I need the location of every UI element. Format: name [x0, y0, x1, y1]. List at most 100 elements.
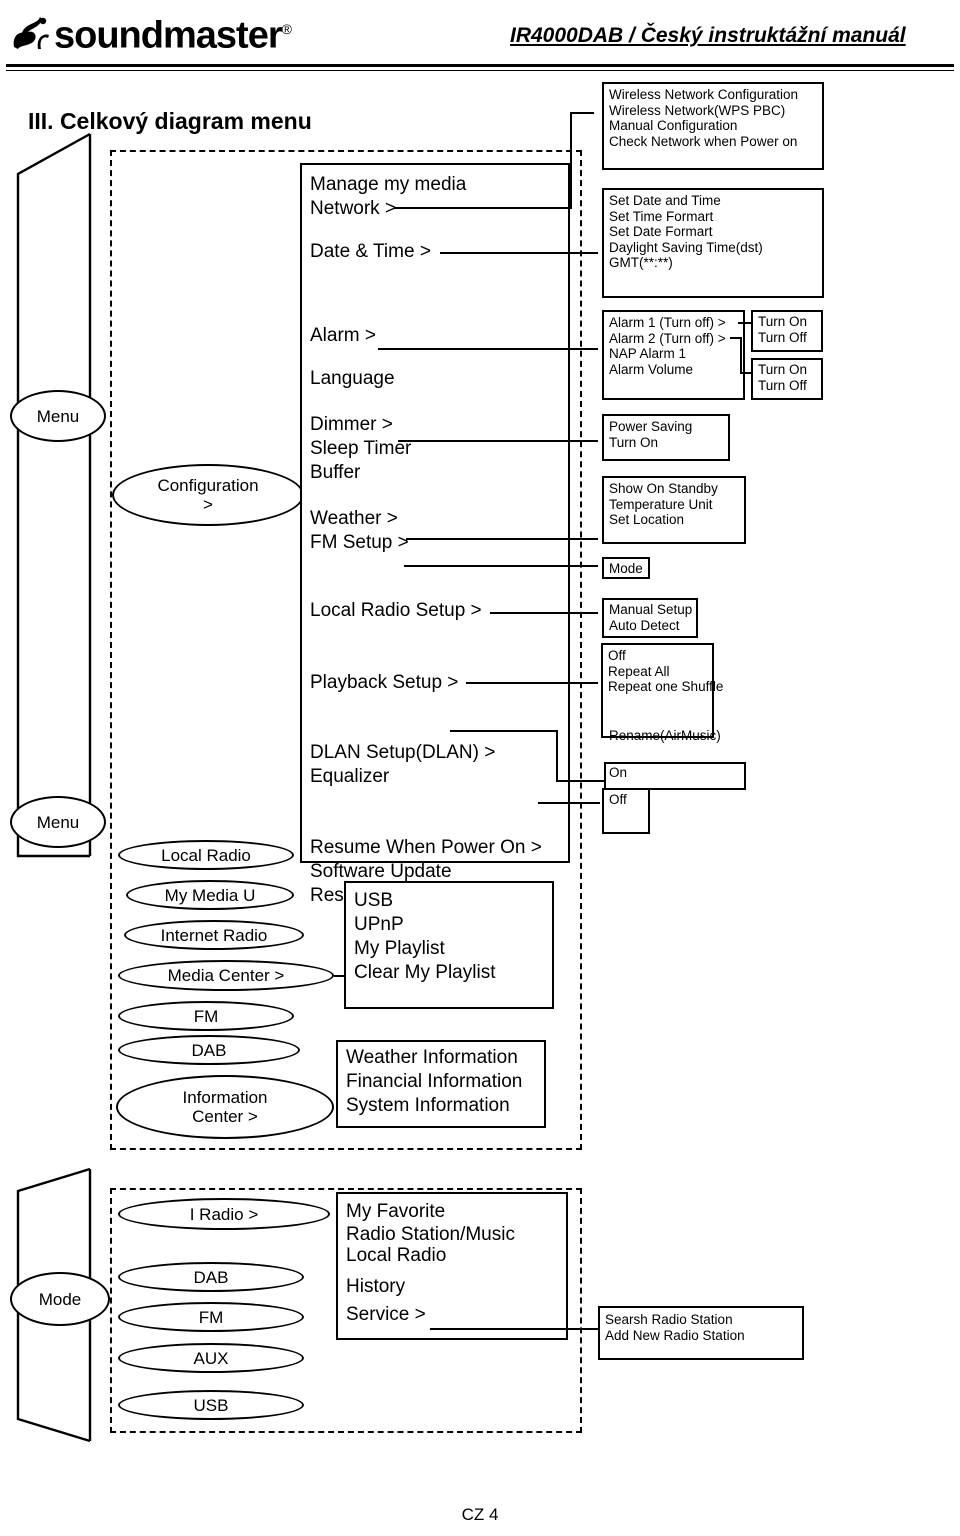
document-title: IR4000DAB / Český instruktážní manuál: [510, 24, 906, 47]
playback-setup-option[interactable]: Repeat All: [603, 664, 712, 680]
media-center-item[interactable]: Clear My Playlist: [346, 961, 552, 985]
config-item-equalizer[interactable]: Equalizer: [302, 765, 568, 789]
media-center-item[interactable]: USB: [346, 889, 552, 913]
weather-option[interactable]: Set Location: [604, 512, 744, 528]
network-option[interactable]: Check Network when Power on: [604, 134, 822, 150]
network-option[interactable]: Wireless Network(WPS PBC): [604, 103, 822, 119]
registered-trademark-icon: ®: [281, 21, 292, 37]
mode-item-fm[interactable]: FM: [118, 1302, 304, 1332]
menu-item-label: Media Center >: [167, 966, 285, 985]
mode-item-usb[interactable]: USB: [118, 1390, 304, 1420]
menu-item-label: My Media U: [164, 885, 256, 905]
menu-node-bottom[interactable]: Menu: [10, 796, 106, 848]
dimmer-option[interactable]: Turn On: [604, 435, 728, 451]
config-item-dimmer[interactable]: Dimmer >: [302, 413, 568, 437]
connector-dlan-v: [556, 730, 558, 780]
mode-item-label: FM: [198, 1307, 224, 1327]
datetime-option[interactable]: GMT(**:**): [604, 255, 822, 271]
alarm1-turn-off[interactable]: Turn Off: [753, 330, 821, 346]
config-item-dlansetup[interactable]: DLAN Setup(DLAN) >: [302, 741, 568, 765]
dlan-rename-option[interactable]: Rename(AirMusic): [604, 728, 721, 744]
media-center-item[interactable]: My Playlist: [346, 937, 552, 961]
connector-alarm2-sub-v: [740, 337, 742, 373]
iradio-option[interactable]: Radio Station/Music: [338, 1224, 566, 1245]
brand-logo: soundmaster®: [8, 8, 292, 57]
service-option-search[interactable]: Searsh Radio Station: [600, 1312, 802, 1328]
local-radio-setup-option[interactable]: Manual Setup: [604, 602, 696, 618]
config-item-language[interactable]: Language: [302, 367, 568, 391]
config-item-fmsetup[interactable]: FM Setup >: [302, 531, 568, 555]
playback-setup-option[interactable]: Off: [603, 648, 712, 664]
mode-item-label: DAB: [193, 1267, 229, 1287]
media-center-item[interactable]: UPnP: [346, 913, 552, 937]
resume-off-option[interactable]: Off: [604, 792, 648, 808]
menu-item-label: Information: [182, 1088, 268, 1107]
service-option-add[interactable]: Add New Radio Station: [600, 1328, 802, 1344]
local-radio-setup-detail-box: Manual Setup Auto Detect: [602, 598, 698, 638]
information-center-box: Weather Information Financial Informatio…: [336, 1040, 546, 1128]
playback-setup-detail-box: Off Repeat All Repeat one Shuffle: [601, 643, 723, 738]
datetime-option[interactable]: Set Date Formart: [604, 224, 822, 240]
config-item[interactable]: Manage my media: [302, 173, 568, 197]
config-item-resume[interactable]: Resume When Power On >: [302, 836, 568, 860]
network-option[interactable]: Manual Configuration: [604, 118, 822, 134]
local-radio-setup-option[interactable]: Auto Detect: [604, 618, 696, 634]
alarm-option-volume[interactable]: Alarm Volume: [604, 362, 743, 378]
alarm-option-nap[interactable]: NAP Alarm 1: [604, 346, 743, 362]
alarm-option-2[interactable]: Alarm 2 (Turn off) >: [604, 331, 743, 347]
config-item-alarm[interactable]: Alarm >: [302, 324, 568, 348]
page-footer: CZ 4: [0, 1505, 960, 1525]
header-rule-thick: [6, 64, 954, 67]
menu-item-internet-radio[interactable]: Internet Radio: [124, 920, 304, 950]
configuration-node-label: Configuration: [157, 476, 259, 495]
iradio-option[interactable]: My Favorite: [338, 1200, 566, 1224]
datetime-option[interactable]: Set Time Formart: [604, 209, 822, 225]
information-center-item[interactable]: Weather Information: [338, 1046, 544, 1070]
weather-option[interactable]: Temperature Unit: [604, 497, 744, 513]
weather-detail-box: Show On Standby Temperature Unit Set Loc…: [602, 476, 746, 544]
dimmer-option[interactable]: Power Saving: [604, 419, 728, 435]
dlan-on-option[interactable]: On: [604, 765, 627, 781]
page-header: soundmaster® IR4000DAB / Český instruktá…: [0, 0, 960, 78]
configuration-node-chevron: >: [203, 495, 213, 514]
alarm1-sub-box: Turn On Turn Off: [751, 310, 823, 352]
network-option[interactable]: Wireless Network Configuration: [604, 87, 822, 103]
playback-setup-option[interactable]: Repeat one Shuffle: [603, 679, 723, 695]
config-item-weather[interactable]: Weather >: [302, 507, 568, 531]
menu-item-my-media-u[interactable]: My Media U: [126, 880, 294, 910]
config-item-buffer[interactable]: Buffer: [302, 461, 568, 485]
brand-name: soundmaster: [54, 14, 283, 57]
alarm1-turn-on[interactable]: Turn On: [753, 314, 821, 330]
information-center-item[interactable]: System Information: [338, 1094, 544, 1118]
config-item-localradiosetup[interactable]: Local Radio Setup >: [302, 599, 568, 623]
datetime-option[interactable]: Set Date and Time: [604, 193, 822, 209]
menu-node-top[interactable]: Menu: [10, 390, 106, 442]
menu-item-local-radio[interactable]: Local Radio: [118, 840, 294, 870]
weather-option[interactable]: Show On Standby: [604, 481, 744, 497]
configuration-node[interactable]: Configuration >: [112, 464, 304, 526]
alarm2-turn-off[interactable]: Turn Off: [753, 378, 821, 394]
mode-item-aux[interactable]: AUX: [118, 1343, 304, 1373]
menu-item-dab[interactable]: DAB: [118, 1035, 300, 1065]
fm-setup-option-mode[interactable]: Mode: [604, 561, 648, 577]
alarm2-turn-on[interactable]: Turn On: [753, 362, 821, 378]
mode-item-label: AUX: [193, 1348, 229, 1368]
config-item-network[interactable]: Network >: [302, 197, 568, 221]
connector-localradiosetup: [490, 612, 598, 614]
menu-item-information-center[interactable]: Information Center >: [116, 1075, 334, 1139]
iradio-option-history[interactable]: History: [338, 1275, 566, 1299]
iradio-option-service[interactable]: Service >: [338, 1303, 566, 1327]
mode-item-i-radio[interactable]: I Radio >: [118, 1198, 330, 1230]
menu-item-fm[interactable]: FM: [118, 1001, 294, 1031]
alarm-option-1[interactable]: Alarm 1 (Turn off) >: [604, 315, 743, 331]
datetime-option[interactable]: Daylight Saving Time(dst): [604, 240, 822, 256]
mode-node[interactable]: Mode: [10, 1272, 110, 1326]
connector-dimmer: [398, 440, 598, 442]
menu-item-label: Internet Radio: [160, 925, 268, 945]
menu-item-media-center[interactable]: Media Center >: [118, 960, 334, 991]
configuration-items-box: Manage my media Network > Date & Time > …: [300, 163, 570, 906]
mode-item-dab[interactable]: DAB: [118, 1262, 304, 1292]
iradio-option[interactable]: Local Radio: [338, 1245, 566, 1266]
menu-item-label: Local Radio: [161, 845, 251, 865]
information-center-item[interactable]: Financial Information: [338, 1070, 544, 1094]
